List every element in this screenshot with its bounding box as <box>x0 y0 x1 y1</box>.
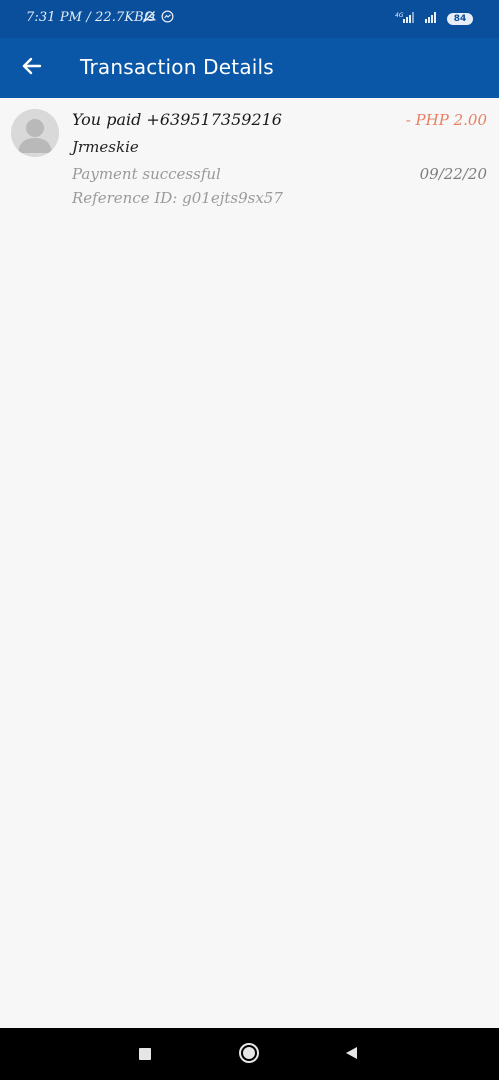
back-button[interactable] <box>18 54 46 82</box>
page-title: Transaction Details <box>80 55 274 79</box>
recents-button[interactable] <box>134 1044 156 1066</box>
home-button[interactable] <box>238 1042 260 1068</box>
transaction-amount: - PHP 2.00 <box>405 111 487 129</box>
app-bar: Transaction Details <box>0 38 499 98</box>
svg-text:4G: 4G <box>395 12 404 19</box>
status-notification-icons <box>142 10 174 27</box>
signal-icon: 4G <box>395 11 417 27</box>
messenger-icon <box>161 10 174 27</box>
transaction-status: Payment successful <box>72 165 221 183</box>
status-time: 7:31 PM / 22.7KB/s <box>26 10 156 25</box>
status-bar: 7:31 PM / 22.7KB/s 4G 84 <box>0 0 499 38</box>
avatar <box>11 109 59 157</box>
reference-id: Reference ID: g01ejts9sx57 <box>72 189 283 207</box>
transaction-item[interactable]: You paid +639517359216 Jrmeskie Payment … <box>0 98 499 218</box>
arrow-left-icon <box>22 57 42 79</box>
transaction-date: 09/22/20 <box>419 165 487 183</box>
person-icon <box>11 109 59 157</box>
navigation-bar <box>0 1028 499 1080</box>
home-icon <box>238 1042 260 1068</box>
system-back-button[interactable] <box>340 1044 362 1066</box>
transaction-title: You paid +639517359216 <box>72 110 282 129</box>
signal-icon <box>423 11 441 27</box>
recents-icon <box>138 1046 152 1065</box>
status-system-icons: 4G 84 <box>395 11 473 27</box>
battery-indicator: 84 <box>447 13 473 25</box>
recipient-name: Jrmeskie <box>72 138 139 156</box>
back-icon <box>343 1045 359 1065</box>
alarm-off-icon <box>142 10 157 27</box>
